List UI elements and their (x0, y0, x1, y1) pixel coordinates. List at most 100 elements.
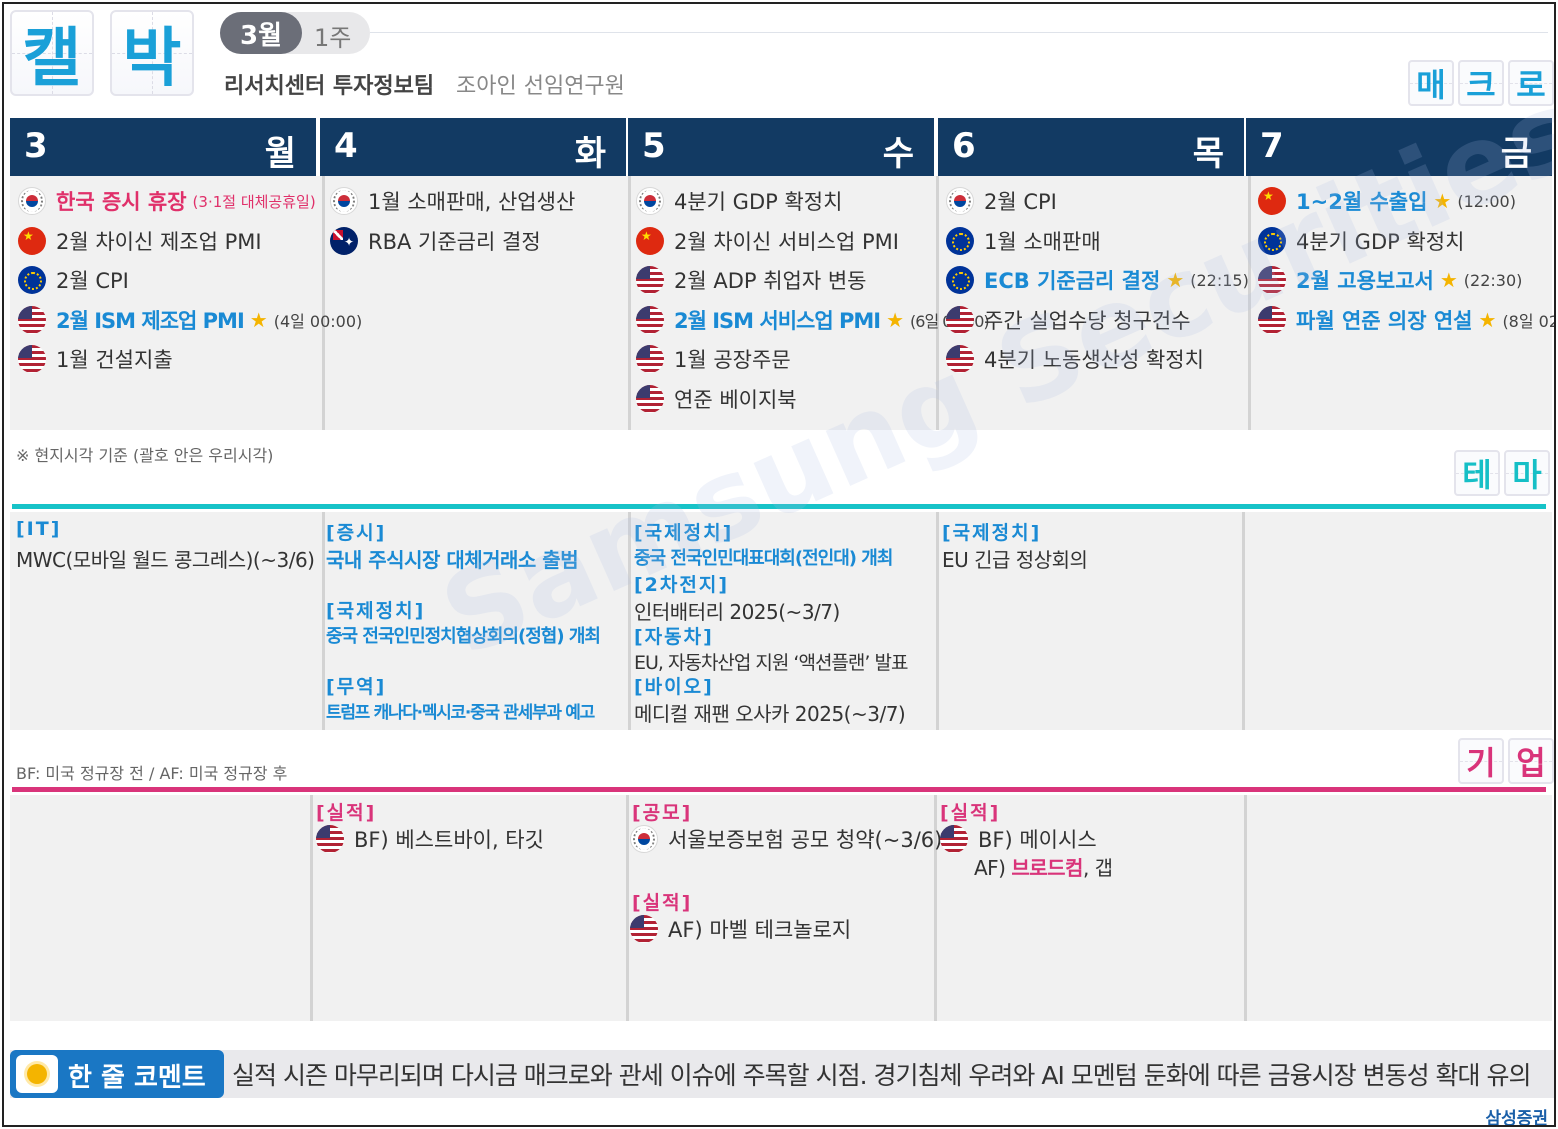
macro-event-wed: 1월 공장주문 (636, 344, 791, 374)
eu-flag-icon (946, 226, 974, 255)
theme-category: [2차전지] (634, 574, 730, 596)
macro-event-fri: 4분기 GDP 확정치 (1258, 226, 1464, 256)
section-tag-corp: 기 업 (1458, 738, 1554, 784)
corp-item: 서울보증보험 공모 청약(~3/6) (630, 824, 942, 854)
lightbulb-icon (16, 1055, 58, 1093)
us-flag-icon (636, 266, 664, 294)
corp-item: AF) 마벨 테크놀로지 (630, 914, 851, 944)
kr-flag-icon (636, 187, 664, 215)
us-flag-icon (18, 345, 46, 373)
star-icon: ★ (1433, 189, 1452, 213)
theme-category: [증시] (326, 522, 387, 544)
logo-char-1: 캘 (10, 10, 94, 96)
day-header-tue: 4화 (320, 118, 626, 176)
corp-item: BF) 메이시스 (940, 824, 1097, 854)
day-header-thu: 6목 (938, 118, 1244, 176)
day-header-mon: 3월 (10, 118, 316, 176)
us-flag-icon (946, 305, 974, 334)
macro-event-wed: 2월 ISM 서비스업 PMI★(6일 00:00) (636, 305, 990, 335)
comment-text: 실적 시즌 마무리되며 다시금 매크로와 관세 이슈에 주목할 시점. 경기침체… (232, 1061, 1531, 1090)
macro-event-thu: ECB 기준금리 결정 ★ (22:15) (946, 265, 1249, 295)
us-flag-icon (940, 825, 968, 853)
us-flag-icon (636, 384, 664, 413)
theme-item: EU 긴급 정상회의 (942, 548, 1088, 572)
corp-category: [실적] (316, 802, 377, 824)
macro-event-wed: 4분기 GDP 확정치 (636, 186, 842, 216)
macro-event-wed: 연준 베이지북 (636, 384, 797, 414)
star-icon: ★ (249, 307, 268, 332)
macro-event-wed: 2월 차이신 서비스업 PMI (636, 226, 899, 256)
theme-category: [무역] (326, 676, 387, 698)
theme-category: [IT] (16, 518, 62, 540)
week-label: 1주 (314, 24, 352, 52)
theme-item: 인터배터리 2025(~3/7) (634, 600, 840, 624)
us-flag-icon (18, 305, 46, 334)
us-flag-icon (636, 305, 664, 334)
corp-divider (12, 787, 1546, 792)
kr-flag-icon (330, 187, 358, 215)
star-icon: ★ (1439, 268, 1458, 292)
theme-item: 트럼프 캐나다·멕시코·중국 관세부과 예고 (326, 703, 595, 723)
macro-event-mon: 2월 차이신 제조업 PMI (18, 226, 262, 256)
corp-time-note: BF: 미국 정규장 전 / AF: 미국 정규장 후 (16, 764, 288, 783)
us-flag-icon (636, 345, 664, 373)
theme-divider (12, 504, 1546, 509)
comment-label: 한 줄 코멘트 (68, 1063, 206, 1093)
theme-category: [국제정치] (634, 522, 734, 544)
theme-item: 중국 전국인민대표대회(전인대) 개최 (634, 548, 893, 569)
day-header-fri: 7금 (1246, 118, 1552, 176)
theme-category: [국제정치] (942, 522, 1042, 544)
us-flag-icon (1258, 266, 1286, 294)
macro-event-fri: 파월 연준 의장 연설★(8일 02:30) (1258, 305, 1554, 335)
star-icon: ★ (886, 307, 905, 332)
team-name: 리서치센터 투자정보팀 (224, 74, 435, 99)
header-divider (370, 32, 1548, 33)
day-header-wed: 5수 (628, 118, 934, 176)
theme-item: 국내 주식시장 대체거래소 출범 (326, 548, 579, 572)
theme-item: EU, 자동차산업 지원 ‘액션플랜’ 발표 (634, 652, 908, 674)
theme-category: [자동차] (634, 626, 714, 648)
macro-event-fri: 2월 고용보고서 ★ (22:30) (1258, 265, 1522, 295)
month-badge: 3월 (220, 12, 302, 54)
cn-flag-icon (18, 226, 46, 255)
macro-event-tue: RBA 기준금리 결정 (330, 226, 541, 256)
star-icon: ★ (1166, 268, 1185, 292)
au-flag-icon (330, 226, 358, 255)
section-tag-macro: 매 크 로 (1408, 60, 1554, 106)
corp-item: BF) 베스트바이, 타깃 (316, 824, 544, 854)
macro-event-thu: 2월 CPI (946, 186, 1057, 216)
theme-category: [바이오] (634, 676, 714, 698)
us-flag-icon (1258, 305, 1286, 334)
theme-item: MWC(모바일 월드 콩그레스)(~3/6) (16, 548, 315, 572)
corp-category: [실적] (632, 892, 693, 914)
macro-event-wed: 2월 ADP 취업자 변동 (636, 265, 867, 295)
macro-event-mon: 2월 ISM 제조업 PMI ★ (4일 00:00) (18, 305, 362, 335)
macro-event-thu: 4분기 노동생산성 확정치 (946, 344, 1204, 374)
corp-item: AF) 브로드컴, 갭 (974, 856, 1113, 880)
macro-time-note: ※ 현지시각 기준 (괄호 안은 우리시각) (16, 446, 274, 465)
cn-flag-icon (636, 226, 664, 255)
kr-flag-icon (18, 187, 46, 215)
calendar-page: 캘 박 3월 1주 리서치센터 투자정보팀 조아인 선임연구원 매 크 로 3월… (2, 2, 1556, 1127)
macro-event-tue: 1월 소매판매, 산업생산 (330, 186, 575, 216)
eu-flag-icon (946, 266, 974, 294)
macro-event-thu: 주간 실업수당 청구건수 (946, 305, 1191, 335)
theme-item: 메디컬 재팬 오사카 2025(~3/7) (634, 702, 906, 726)
theme-item: 중국 전국인민정치협상회의(정협) 개최 (326, 626, 601, 647)
macro-event-thu: 1월 소매판매 (946, 226, 1101, 256)
author-name: 조아인 선임연구원 (456, 74, 625, 99)
cn-flag-icon (1258, 187, 1286, 215)
macro-event-fri: 1~2월 수출입★(12:00) (1258, 186, 1516, 216)
macro-event-mon: 1월 건설지출 (18, 344, 173, 374)
theme-category: [국제정치] (326, 600, 426, 622)
kr-flag-icon (630, 825, 658, 853)
us-flag-icon (630, 915, 658, 943)
logo-char-2: 박 (110, 10, 194, 96)
star-icon: ★ (1478, 307, 1497, 332)
macro-event-mon: 한국 증시 휴장 (3·1절 대체공휴일) (18, 186, 316, 216)
kr-flag-icon (946, 187, 974, 215)
us-flag-icon (316, 825, 344, 853)
eu-flag-icon (1258, 226, 1286, 255)
eu-flag-icon (18, 266, 46, 294)
corp-category: [실적] (940, 802, 1001, 824)
